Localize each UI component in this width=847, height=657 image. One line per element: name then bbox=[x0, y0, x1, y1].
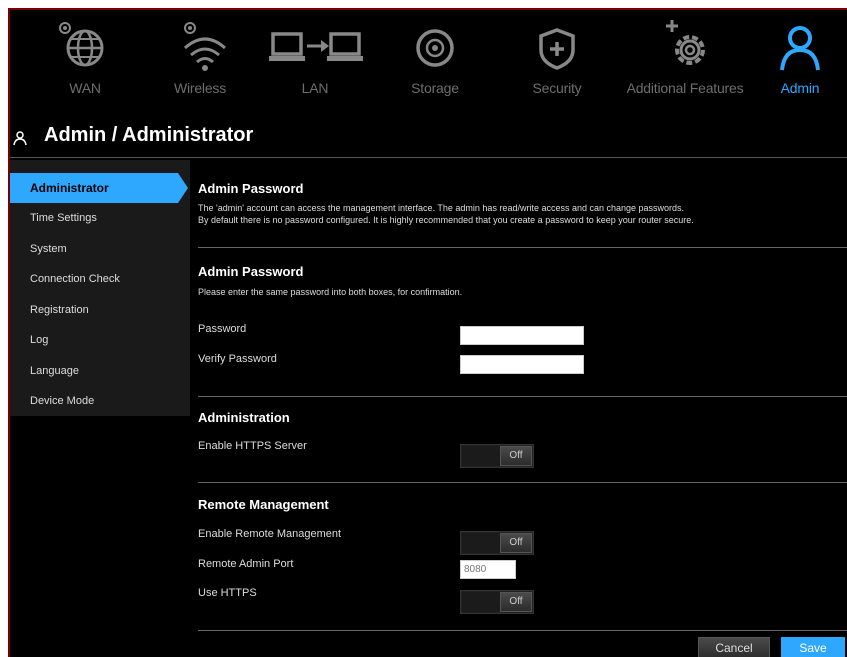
nav-label-wireless: Wireless bbox=[173, 80, 227, 96]
nav-wan[interactable]: WAN bbox=[30, 10, 140, 118]
divider bbox=[198, 630, 847, 631]
nav-label-lan: LAN bbox=[301, 80, 329, 96]
sidebar-item-system[interactable]: System bbox=[10, 234, 180, 264]
user-icon bbox=[780, 26, 820, 71]
verify-password-input[interactable] bbox=[460, 355, 584, 374]
nav-additional-features[interactable]: Additional Features bbox=[615, 10, 755, 118]
use-https-label: Use HTTPS bbox=[198, 587, 257, 599]
globe-icon bbox=[59, 22, 104, 67]
divider bbox=[198, 396, 847, 397]
intro-desc-line1: The 'admin' account can access the manag… bbox=[198, 203, 685, 213]
sidebar-item-connection-check[interactable]: Connection Check bbox=[10, 264, 180, 294]
top-navigation: WAN Wireless LAN Storage Security Additi… bbox=[10, 10, 847, 118]
password-input[interactable] bbox=[460, 326, 584, 345]
page-header: Admin / Administrator bbox=[10, 118, 847, 158]
remote-management-toggle[interactable]: Off bbox=[460, 531, 534, 555]
lan-icon bbox=[269, 32, 363, 61]
sidebar: Administrator Time Settings System Conne… bbox=[10, 160, 190, 657]
nav-security[interactable]: Security bbox=[502, 10, 612, 118]
section-title-administration: Administration bbox=[198, 410, 290, 425]
section-title-password: Admin Password bbox=[198, 264, 304, 279]
verify-password-label: Verify Password bbox=[198, 353, 277, 365]
intro-desc-line2: By default there is no password configur… bbox=[198, 215, 694, 225]
remote-admin-port-label: Remote Admin Port bbox=[198, 558, 294, 570]
shield-icon bbox=[539, 28, 575, 70]
nav-wireless[interactable]: Wireless bbox=[145, 10, 255, 118]
user-icon bbox=[13, 131, 27, 146]
nav-label-additional-features: Additional Features bbox=[626, 80, 744, 96]
use-https-toggle[interactable]: Off bbox=[460, 590, 534, 614]
nav-label-security: Security bbox=[532, 80, 582, 96]
save-button[interactable]: Save bbox=[781, 637, 845, 657]
nav-label-storage: Storage bbox=[411, 80, 459, 96]
sidebar-item-registration[interactable]: Registration bbox=[10, 295, 180, 325]
sidebar-item-device-mode[interactable]: Device Mode bbox=[10, 386, 180, 416]
toggle-state: Off bbox=[500, 533, 532, 553]
remote-management-label: Enable Remote Management bbox=[198, 528, 342, 540]
https-server-toggle[interactable]: Off bbox=[460, 444, 534, 468]
gear-plus-icon bbox=[666, 20, 705, 65]
sidebar-item-administrator[interactable]: Administrator bbox=[10, 173, 188, 203]
nav-admin[interactable]: Admin bbox=[755, 10, 845, 118]
nav-lan[interactable]: LAN bbox=[260, 10, 370, 118]
section-title-intro: Admin Password bbox=[198, 181, 304, 196]
toggle-state: Off bbox=[500, 592, 532, 612]
toggle-track bbox=[462, 592, 502, 612]
password-desc: Please enter the same password into both… bbox=[198, 287, 463, 297]
divider bbox=[198, 482, 847, 483]
nav-label-admin: Admin bbox=[780, 80, 820, 96]
sidebar-item-language[interactable]: Language bbox=[10, 356, 180, 386]
toggle-track bbox=[462, 446, 502, 466]
nav-label-wan: WAN bbox=[69, 80, 101, 96]
toggle-track bbox=[462, 533, 502, 553]
disk-icon bbox=[416, 29, 454, 67]
https-server-label: Enable HTTPS Server bbox=[198, 440, 307, 452]
cancel-button[interactable]: Cancel bbox=[698, 637, 770, 657]
page-title: Admin / Administrator bbox=[44, 124, 254, 146]
divider bbox=[198, 247, 847, 248]
password-label: Password bbox=[198, 323, 247, 335]
nav-storage[interactable]: Storage bbox=[380, 10, 490, 118]
sidebar-item-log[interactable]: Log bbox=[10, 325, 180, 355]
wifi-icon bbox=[183, 22, 227, 71]
section-title-remote-management: Remote Management bbox=[198, 497, 329, 512]
screenshot-frame: WAN Wireless LAN Storage Security Additi… bbox=[0, 0, 847, 657]
remote-admin-port-input[interactable] bbox=[460, 560, 516, 579]
sidebar-item-time-settings[interactable]: Time Settings bbox=[10, 203, 180, 233]
toggle-state: Off bbox=[500, 446, 532, 466]
main-content: Admin Password The 'admin' account can a… bbox=[198, 160, 847, 657]
router-admin-app: WAN Wireless LAN Storage Security Additi… bbox=[8, 8, 847, 657]
